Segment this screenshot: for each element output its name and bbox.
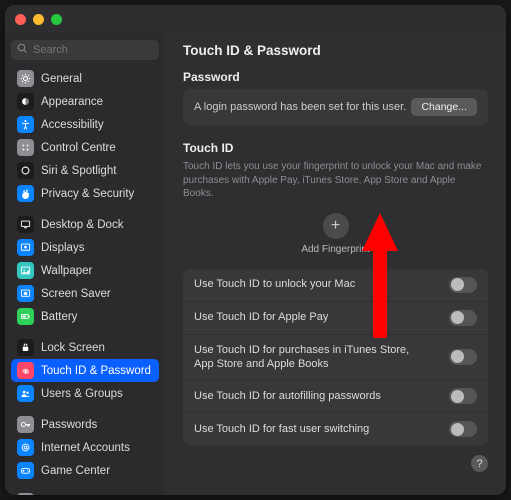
siri-icon [17,162,34,179]
sidebar-item-label: Displays [41,242,84,254]
sidebar-item-label: Passwords [41,419,97,431]
toggle-switch[interactable] [449,388,477,404]
sidebar-item-appearance[interactable]: Appearance [11,90,159,113]
sidebar-item-label: Touch ID & Password [41,365,151,377]
sidebar-item-touch-id-password[interactable]: Touch ID & Password [11,359,159,382]
page-title: Touch ID & Password [183,33,488,70]
password-heading: Password [183,70,488,84]
key-icon [17,416,34,433]
keyboard-icon [17,493,34,495]
add-fingerprint-label: Add Fingerprint [183,244,488,255]
displays-icon [17,239,34,256]
plus-icon: + [331,217,340,235]
settings-window: General Appearance Accessibility Control Ce… [5,5,506,495]
sidebar-item-passwords[interactable]: Passwords [11,413,159,436]
sidebar-item-screen-saver[interactable]: Screen Saver [11,282,159,305]
toggle-switch[interactable] [449,421,477,437]
toggle-switch[interactable] [449,277,477,293]
content-pane: Touch ID & Password Password A login pas… [165,33,506,495]
sidebar-item-control-centre[interactable]: Control Centre [11,136,159,159]
sidebar-item-keyboard[interactable]: Keyboard [11,490,159,495]
lock-icon [17,339,34,356]
wallpaper-icon [17,262,34,279]
help-button[interactable]: ? [471,455,488,472]
sidebar-item-displays[interactable]: Displays [11,236,159,259]
sidebar-item-label: Internet Accounts [41,442,130,454]
desktop-icon [17,216,34,233]
touchid-description: Touch ID lets you use your fingerprint t… [183,160,488,201]
sidebar-item-label: Wallpaper [41,265,92,277]
search-input[interactable] [11,40,159,60]
change-password-button[interactable]: Change... [411,98,477,116]
sidebar-item-label: Siri & Spotlight [41,165,116,177]
minimize-button[interactable] [33,14,44,25]
password-status-text: A login password has been set for this u… [194,101,406,113]
game-icon [17,462,34,479]
toggle-row: Use Touch ID to unlock your Mac [183,269,488,302]
sidebar-item-label: Accessibility [41,119,104,131]
sidebar-item-label: Control Centre [41,142,116,154]
sidebar-item-users-groups[interactable]: Users & Groups [11,382,159,405]
close-button[interactable] [15,14,26,25]
fingerprint-icon [17,362,34,379]
sidebar-item-battery[interactable]: Battery [11,305,159,328]
sidebar-item-label: Screen Saver [41,288,111,300]
sidebar-item-label: Lock Screen [41,342,105,354]
sidebar-item-siri-spotlight[interactable]: Siri & Spotlight [11,159,159,182]
sidebar-item-label: Desktop & Dock [41,219,123,231]
toggle-row: Use Touch ID for autofilling passwords [183,380,488,413]
appearance-icon [17,93,34,110]
sidebar-item-label: Appearance [41,96,103,108]
add-fingerprint: + Add Fingerprint [183,213,488,255]
sidebar: General Appearance Accessibility Control Ce… [5,33,165,495]
accessibility-icon [17,116,34,133]
hand-icon [17,185,34,202]
sidebar-item-internet-accounts[interactable]: Internet Accounts [11,436,159,459]
sidebar-item-accessibility[interactable]: Accessibility [11,113,159,136]
toggle-switch[interactable] [449,310,477,326]
users-icon [17,385,34,402]
toggle-label: Use Touch ID for autofilling passwords [194,389,449,403]
sidebar-item-label: Users & Groups [41,388,123,400]
toggle-switch[interactable] [449,349,477,365]
sidebar-item-label: Battery [41,311,77,323]
screensaver-icon [17,285,34,302]
add-fingerprint-button[interactable]: + [323,213,349,239]
sidebar-item-general[interactable]: General [11,67,159,90]
control-icon [17,139,34,156]
maximize-button[interactable] [51,14,62,25]
sidebar-item-desktop-dock[interactable]: Desktop & Dock [11,213,159,236]
search-wrap [11,37,159,67]
sidebar-item-label: General [41,73,82,85]
touchid-toggles: Use Touch ID to unlock your Mac Use Touch… [183,269,488,446]
search-icon [17,43,28,54]
sidebar-item-game-center[interactable]: Game Center [11,459,159,482]
sidebar-item-wallpaper[interactable]: Wallpaper [11,259,159,282]
titlebar [5,5,506,33]
main-area: General Appearance Accessibility Control Ce… [5,33,506,495]
sidebar-item-privacy-security[interactable]: Privacy & Security [11,182,159,205]
toggle-row: Use Touch ID for Apple Pay [183,302,488,335]
touchid-heading: Touch ID [183,141,488,155]
battery-icon [17,308,34,325]
gear-icon [17,70,34,87]
at-icon [17,439,34,456]
sidebar-item-label: Privacy & Security [41,188,134,200]
toggle-label: Use Touch ID to unlock your Mac [194,277,449,291]
password-card: A login password has been set for this u… [183,89,488,125]
toggle-label: Use Touch ID for fast user switching [194,422,449,436]
sidebar-item-lock-screen[interactable]: Lock Screen [11,336,159,359]
toggle-label: Use Touch ID for Apple Pay [194,310,449,324]
toggle-row: Use Touch ID for purchases in iTunes Sto… [183,335,488,381]
toggle-row: Use Touch ID for fast user switching [183,413,488,445]
sidebar-item-label: Game Center [41,465,110,477]
window-controls [15,14,62,25]
toggle-label: Use Touch ID for purchases in iTunes Sto… [194,343,449,372]
